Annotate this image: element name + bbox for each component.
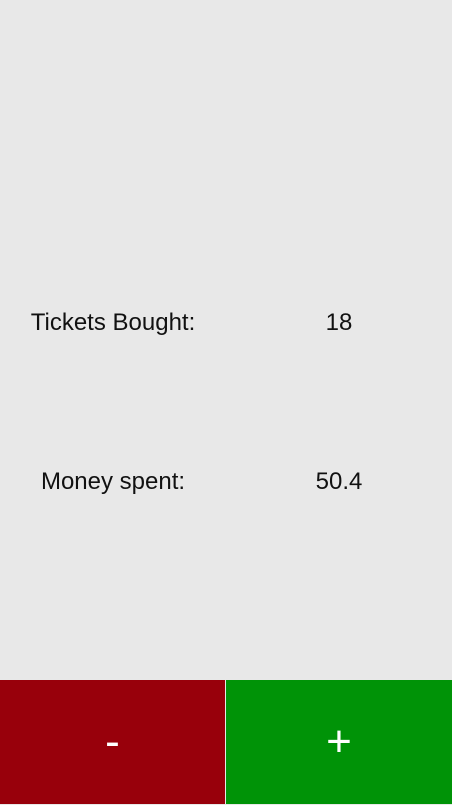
money-label: Money spent: — [40, 468, 186, 495]
tickets-value: 18 — [325, 309, 353, 336]
tickets-row: Tickets Bought: 18 — [0, 303, 452, 343]
button-bar: - + — [0, 680, 452, 805]
decrement-button[interactable]: - — [0, 680, 225, 804]
increment-button[interactable]: + — [226, 680, 452, 804]
money-value: 50.4 — [315, 468, 363, 495]
money-row: Money spent: 50.4 — [0, 462, 452, 502]
app-screen: Tickets Bought: 18 Money spent: 50.4 - + — [0, 0, 452, 805]
tickets-label: Tickets Bought: — [30, 309, 196, 336]
